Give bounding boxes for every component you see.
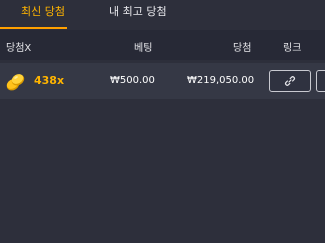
link-icon xyxy=(284,72,296,91)
table-row: 438x ₩500.00 ₩219,050.00 xyxy=(0,63,325,99)
header-multiplier: 당첨X xyxy=(6,43,32,54)
share-button[interactable] xyxy=(316,70,325,92)
header-win: 당첨 xyxy=(233,43,252,54)
header-bet: 베팅 xyxy=(134,43,153,54)
table-header: 당첨X 베팅 당첨 링크 xyxy=(0,30,325,60)
win-multiplier: 438x xyxy=(34,74,65,87)
copy-link-button[interactable] xyxy=(269,70,311,92)
tab-bar: 최신 당첨 내 최고 당첨 xyxy=(0,0,325,30)
gold-coins-icon xyxy=(5,71,27,93)
tab-latest-wins[interactable]: 최신 당첨 xyxy=(21,4,65,26)
header-link: 링크 xyxy=(283,43,302,54)
recent-wins-panel: 최신 당첨 내 최고 당첨 당첨X 베팅 당첨 링크 438x ₩500.00 … xyxy=(0,0,325,243)
active-tab-indicator xyxy=(0,27,67,29)
bet-amount: ₩500.00 xyxy=(110,75,155,86)
tab-my-best-wins[interactable]: 내 최고 당첨 xyxy=(109,4,167,26)
win-amount: ₩219,050.00 xyxy=(187,75,255,86)
